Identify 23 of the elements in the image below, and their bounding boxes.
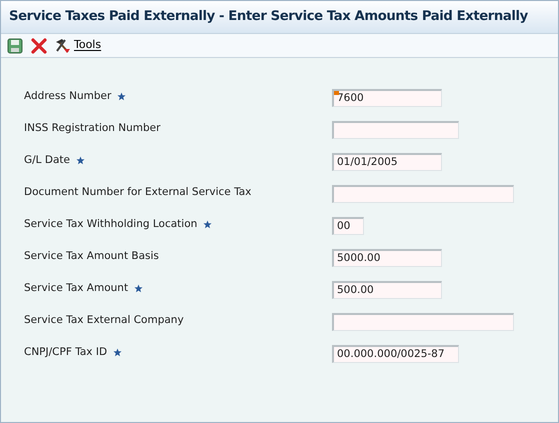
input-field[interactable]: 01/01/2005 — [332, 153, 442, 171]
field-label: Address Number — [24, 89, 112, 104]
field-label: Document Number for External Service Tax — [24, 185, 252, 200]
window-title: Service Taxes Paid Externally - Enter Service Tax Amounts Paid Externally — [1, 1, 558, 34]
input-field[interactable] — [332, 313, 514, 331]
input-field[interactable] — [332, 185, 514, 203]
tools-menu[interactable]: Tools — [74, 37, 102, 54]
input-field[interactable]: 00 — [332, 217, 364, 235]
tools-icon[interactable] — [55, 38, 71, 54]
field-label: CNPJ/CPF Tax ID — [24, 345, 108, 360]
save-icon[interactable] — [7, 38, 23, 54]
field-label: Service Tax Amount Basis — [24, 249, 159, 264]
field-label: INSS Registration Number — [24, 121, 160, 136]
field-label: G/L Date — [24, 153, 70, 168]
input-field[interactable]: 5000.00 — [332, 249, 442, 267]
field-label: Service Tax External Company — [24, 313, 184, 328]
input-field[interactable]: 500.00 — [332, 281, 442, 299]
input-field[interactable] — [332, 121, 459, 139]
input-field[interactable]: 00.000.000/0025-87 — [332, 345, 459, 363]
field-label: Service Tax Amount — [24, 281, 128, 296]
close-icon[interactable] — [31, 38, 47, 54]
input-field[interactable]: 7600 — [332, 89, 442, 107]
field-label: Service Tax Withholding Location — [24, 217, 198, 232]
